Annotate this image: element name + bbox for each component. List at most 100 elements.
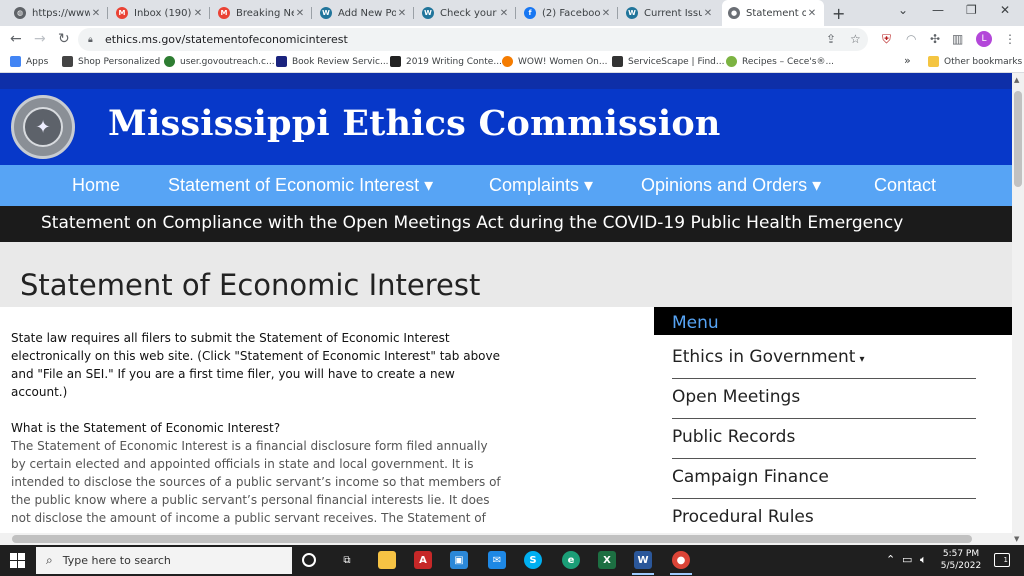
close-icon[interactable]: ✕ [192,8,204,19]
tab-title: https://www.c [32,7,90,19]
sidebar-item-open-meetings[interactable]: Open Meetings [672,379,976,419]
extension-arc-icon[interactable]: ◠ [906,32,916,46]
nav-statement-of-economic-interest[interactable]: Statement of Economic Interest ▾ [168,175,433,196]
tab-title: Inbox (190) - [134,7,192,19]
close-icon[interactable]: ✕ [396,8,408,19]
minimize-button[interactable]: — [932,3,944,17]
site-title[interactable]: Mississippi Ethics Commission [108,103,721,144]
section-heading: What is the Statement of Economic Intere… [11,421,281,435]
scroll-down-icon[interactable]: ▼ [1014,535,1019,543]
bookmark-star-icon[interactable]: ☆ [850,32,861,46]
mail-icon[interactable]: ✉ [488,551,506,569]
forward-button[interactable]: → [34,31,46,47]
bookmark-writing-contest[interactable]: 2019 Writing Conte... [390,56,502,67]
windows-taskbar: ⌕ Type here to search ⧉ A ▣ ✉ S e X W ● … [0,545,1024,576]
side-panel-icon[interactable]: ▥ [952,32,963,46]
article: State law requires all filers to submit … [11,329,501,527]
bookmark-shop-personalized[interactable]: Shop Personalized [62,56,160,67]
bookmark-servicescape[interactable]: ServiceScape | Find... [612,56,724,67]
close-icon[interactable]: ✕ [600,8,612,19]
back-button[interactable]: ← [10,31,22,47]
nav-complaints[interactable]: Complaints ▾ [489,175,593,196]
network-icon[interactable]: ▭ [902,553,912,566]
hscrollbar-thumb[interactable] [12,535,972,543]
top-strip [0,73,1012,89]
windows-start-icon[interactable] [10,553,25,568]
sidebar-item-public-records[interactable]: Public Records [672,419,976,459]
close-icon[interactable]: ✕ [806,8,818,19]
tab-2[interactable]: M Breaking New ✕ [212,2,312,24]
menu-kebab-icon[interactable]: ⋮ [1004,32,1016,46]
close-icon[interactable]: ✕ [702,8,714,19]
word-icon[interactable]: W [632,551,654,575]
scroll-up-icon[interactable]: ▲ [1014,76,1019,84]
profile-avatar[interactable]: L [976,31,992,47]
lock-icon[interactable]: 🔒︎ [88,35,97,45]
cortana-icon[interactable] [302,553,316,567]
nav-home[interactable]: Home [72,175,120,196]
close-icon[interactable]: ✕ [498,8,510,19]
search-icon: ⌕ [46,553,53,567]
vertical-scrollbar[interactable]: ▲ ▼ [1012,73,1024,545]
scrollbar-thumb[interactable] [1014,91,1022,187]
bookmark-recipes[interactable]: Recipes – Cece's®... [726,56,834,67]
book-icon [276,56,287,67]
url-text[interactable]: ethics.ms.gov/statementofeconomicinteres… [105,33,348,46]
tray-expand-icon[interactable]: ⌃ [886,553,895,566]
reload-button[interactable]: ↻ [58,31,70,47]
bookmark-apps[interactable]: Apps [10,56,48,67]
sidebar-item-ethics-in-government[interactable]: Ethics in Government ▾ [672,339,976,379]
bookmark-book-review[interactable]: Book Review Servic... [276,56,389,67]
sidebar-item-campaign-finance[interactable]: Campaign Finance [672,459,976,499]
close-icon[interactable]: ✕ [294,8,306,19]
sidebar-item-label: Open Meetings [672,387,801,407]
tab-3[interactable]: W Add New Pos ✕ [314,2,414,24]
restore-button[interactable]: ❐ [966,3,977,17]
state-seal-logo[interactable]: ✦ [11,95,75,159]
tab-title: (2) Facebook [542,7,600,19]
bookmark-wow-women[interactable]: WOW! Women On... [502,56,607,67]
store-icon[interactable]: ▣ [450,551,468,569]
taskbar-search-box[interactable]: ⌕ Type here to search [36,547,292,574]
covid-notice-link[interactable]: Statement on Compliance with the Open Me… [41,213,903,233]
close-icon[interactable]: ✕ [90,8,102,19]
bookmarks-overflow-button[interactable]: » [904,54,911,67]
new-tab-button[interactable]: + [832,4,845,23]
chrome-icon[interactable]: ● [670,551,692,575]
edge-icon[interactable]: e [562,551,580,569]
notification-center-icon[interactable]: 1 [994,553,1010,567]
wordpress-icon: W [422,7,434,19]
shop-icon [62,56,73,67]
task-view-icon[interactable]: ⧉ [338,551,356,569]
tab-search-icon[interactable]: ⌄ [898,3,908,17]
page-viewport: ✦ Mississippi Ethics Commission Home Sta… [0,73,1012,545]
gmail-icon: M [116,7,128,19]
extensions-puzzle-icon[interactable]: ✣ [930,32,940,46]
tab-strip: ◍ https://www.c ✕ M Inbox (190) - ✕ M Br… [0,0,1024,26]
tab-6[interactable]: W Current Issue ✕ [620,2,720,24]
acrobat-icon[interactable]: A [414,551,432,569]
extension-shield-icon[interactable]: ⛨ [882,32,891,47]
sidebar-heading: Menu [672,313,719,333]
tab-0[interactable]: ◍ https://www.c ✕ [8,2,108,24]
tab-4[interactable]: W Check your e ✕ [416,2,516,24]
skype-icon[interactable]: S [524,551,542,569]
close-window-button[interactable]: ✕ [1000,3,1010,17]
bookmark-govoutreach[interactable]: user.govoutreach.c... [164,56,275,67]
other-bookmarks[interactable]: Other bookmarks [928,56,1022,67]
excel-icon[interactable]: X [598,551,616,569]
horizontal-scrollbar[interactable] [0,533,1012,545]
volume-icon[interactable]: 🔈︎ [920,553,927,567]
tab-title: Check your e [440,7,498,19]
tab-7-active[interactable]: ● Statement of ✕ [722,0,824,26]
nav-contact[interactable]: Contact [874,175,936,196]
address-bar[interactable]: 🔒︎ ethics.ms.gov/statementofeconomicinte… [78,28,868,51]
nav-opinions-and-orders[interactable]: Opinions and Orders ▾ [641,175,821,196]
main-navigation: Home Statement of Economic Interest ▾ Co… [0,165,1012,206]
share-icon[interactable]: ⇪ [826,32,836,46]
tab-1[interactable]: M Inbox (190) - ✕ [110,2,210,24]
taskbar-clock[interactable]: 5:57 PM 5/5/2022 [936,548,986,572]
file-explorer-icon[interactable] [378,551,396,569]
gmail-icon: M [218,7,230,19]
tab-5[interactable]: f (2) Facebook ✕ [518,2,618,24]
